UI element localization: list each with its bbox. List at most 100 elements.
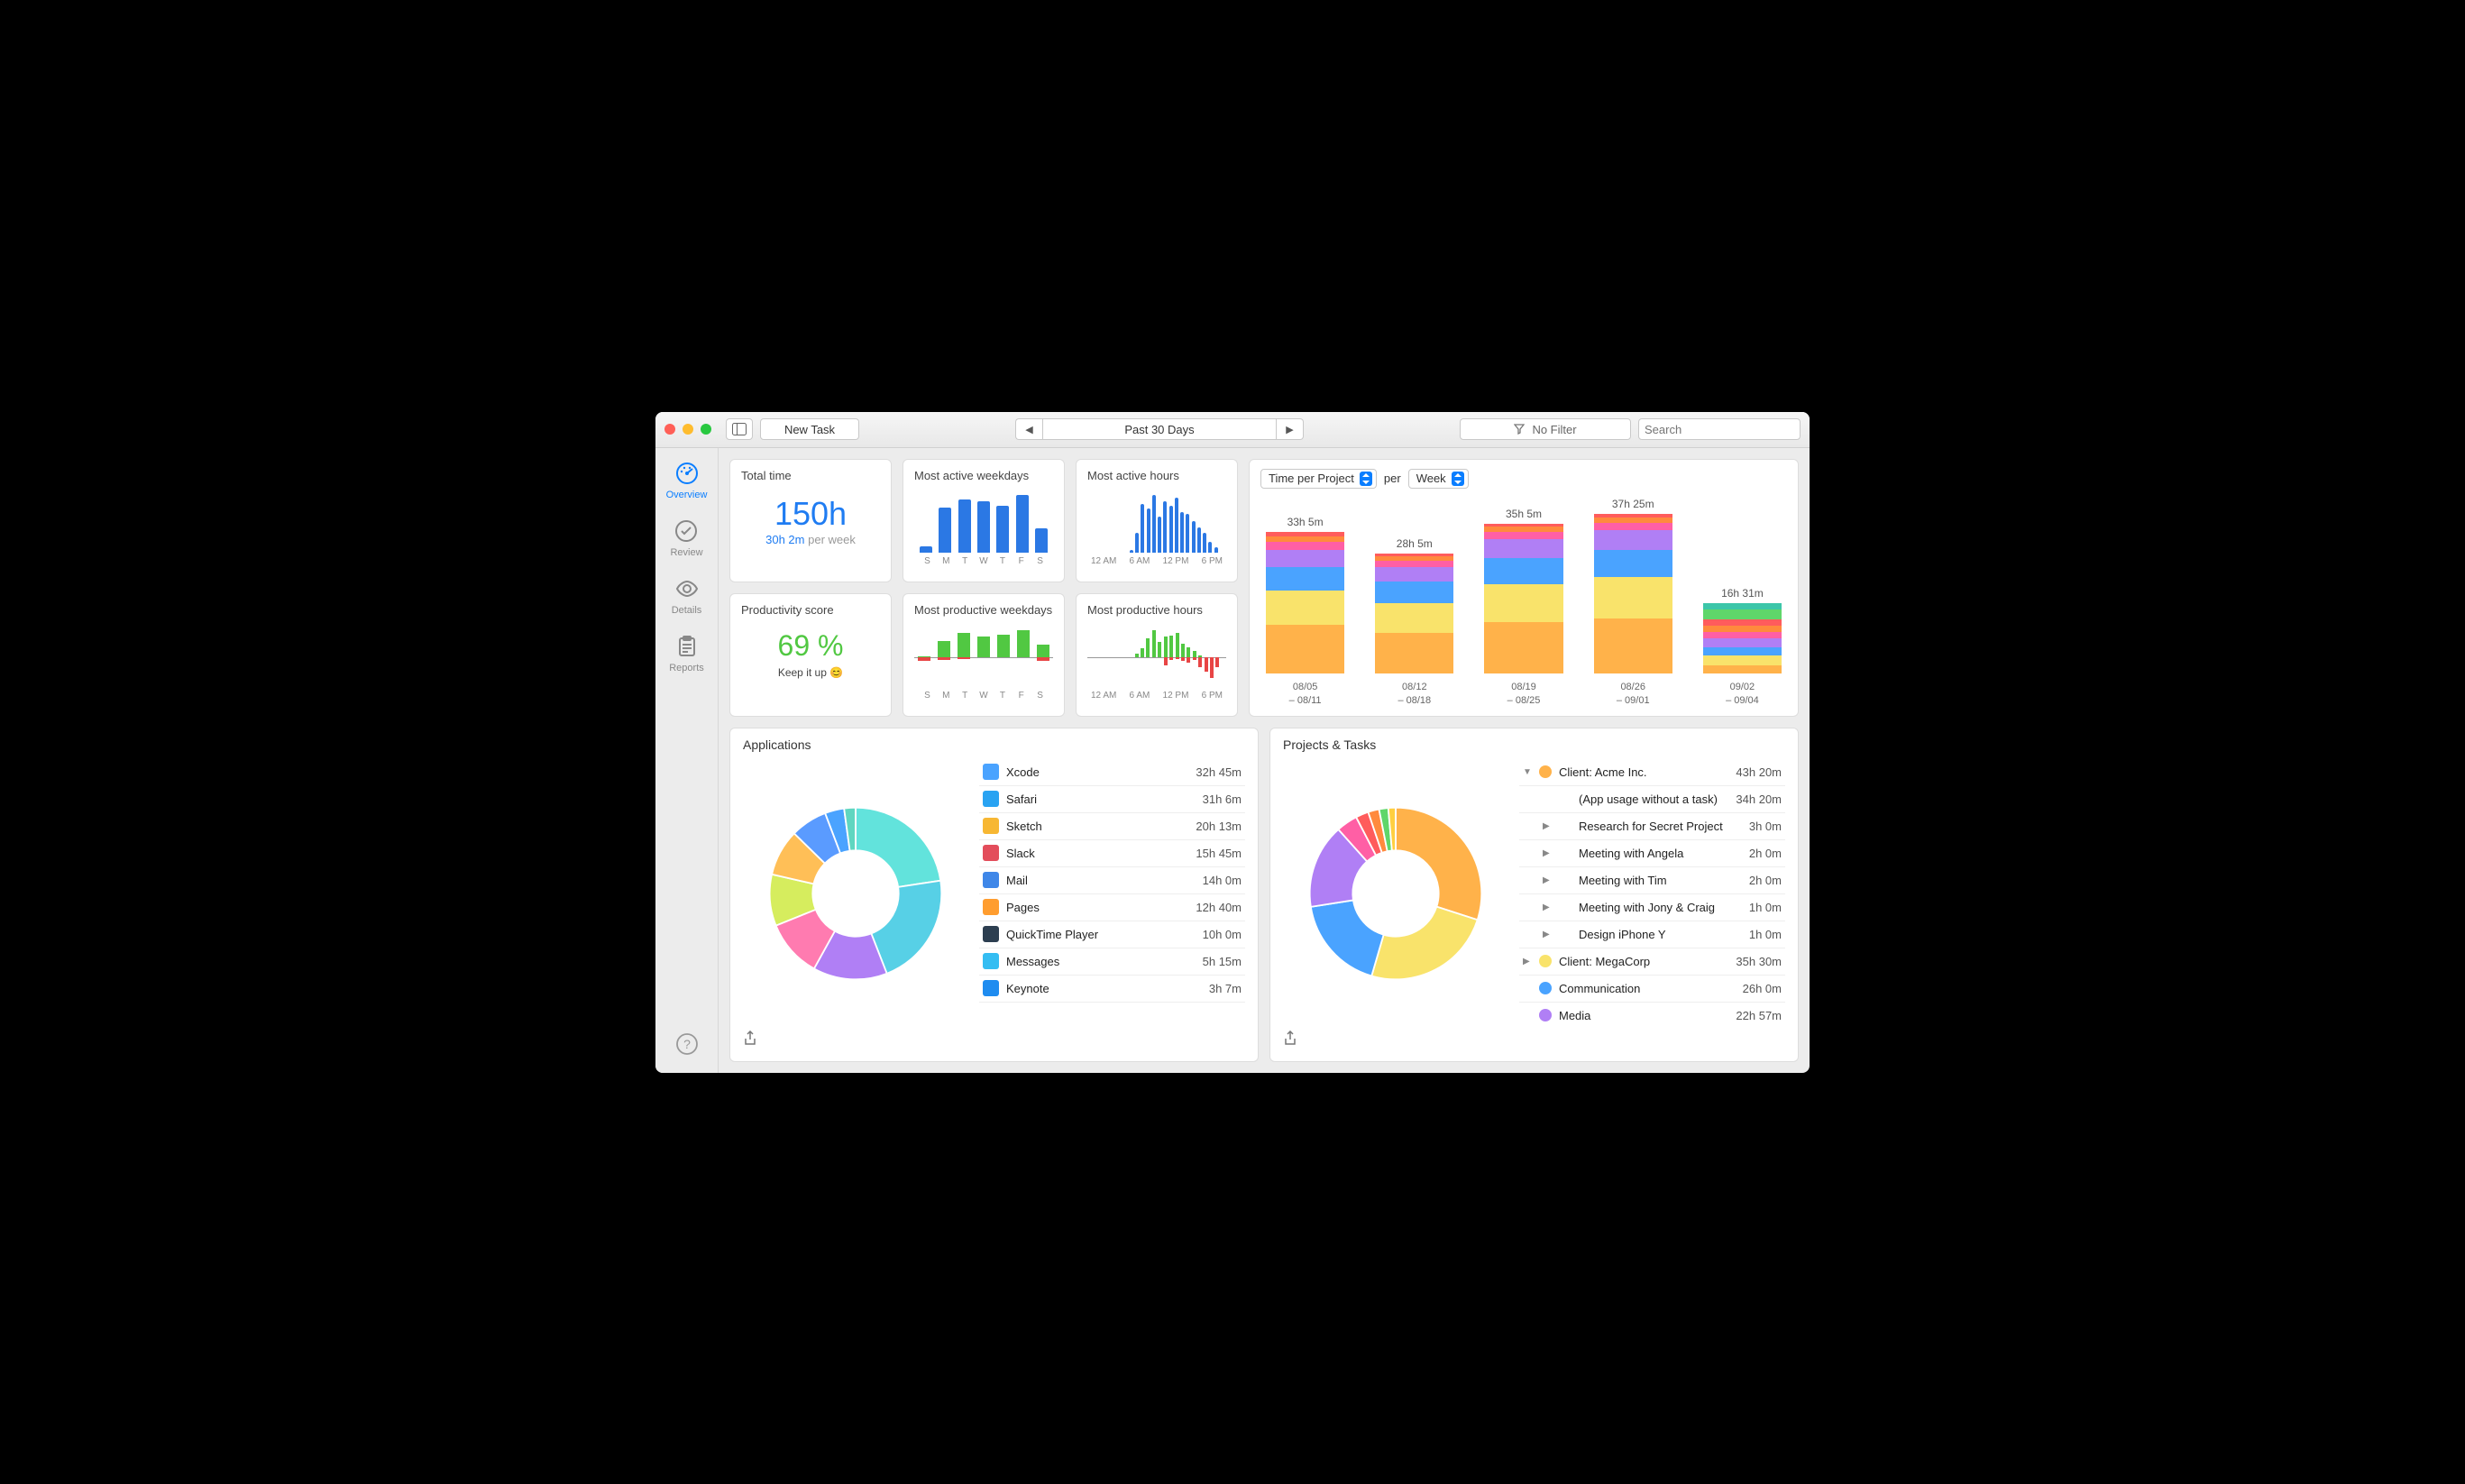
project-row[interactable]: Media 22h 57m [1519, 1003, 1785, 1029]
project-time: 43h 20m [1736, 765, 1782, 779]
sidebar-item-details[interactable]: Details [672, 573, 702, 619]
project-row[interactable]: ▼Client: Acme Inc.43h 20m [1519, 759, 1785, 786]
app-icon [983, 818, 999, 834]
range-prev-button[interactable]: ◀ [1015, 418, 1042, 440]
project-name: Meeting with Jony & Craig [1579, 901, 1742, 914]
disclosure-icon[interactable]: ▶ [1543, 930, 1552, 939]
period-select[interactable]: Week [1408, 469, 1469, 489]
close-button[interactable] [664, 424, 675, 435]
disclosure-icon[interactable]: ▶ [1543, 848, 1552, 858]
per-week: 30h 2m per week [741, 533, 880, 546]
project-name: Media [1559, 1009, 1728, 1022]
app-row[interactable]: QuickTime Player10h 0m [979, 921, 1245, 948]
chart-projects-donut [1283, 759, 1508, 1029]
app-row[interactable]: Keynote3h 7m [979, 976, 1245, 1003]
app-name: Pages [1006, 901, 1188, 914]
card-active-hours: Most active hours 12 AM6 AM12 PM6 PM [1076, 459, 1238, 582]
app-row[interactable]: Sketch20h 13m [979, 813, 1245, 840]
app-row[interactable]: Safari31h 6m [979, 786, 1245, 813]
sidebar-item-reports[interactable]: Reports [669, 630, 704, 677]
period-select-label: Week [1416, 472, 1446, 485]
search-input[interactable] [1645, 423, 1803, 436]
project-row[interactable]: ▶ Meeting with Jony & Craig 1h 0m [1519, 894, 1785, 921]
sidebar-item-label: Details [672, 605, 702, 616]
project-time: 1h 0m [1749, 901, 1782, 914]
disclosure-icon[interactable]: ▶ [1543, 875, 1552, 885]
project-row[interactable]: ▶Research for Secret Project3h 0m [1519, 813, 1785, 840]
app-row[interactable]: Pages12h 40m [979, 894, 1245, 921]
card-total-time: Total time 150h 30h 2m per week [729, 459, 892, 582]
app-time: 15h 45m [1196, 847, 1242, 860]
bar-category-label: 08/26– 09/01 [1617, 681, 1650, 707]
project-row[interactable]: (App usage without a task)34h 20m [1519, 786, 1785, 813]
card-time-per-project: Time per Project per Week 33h 5m08/05– 0… [1249, 459, 1799, 717]
svg-text:?: ? [683, 1037, 691, 1051]
check-circle-icon [674, 518, 699, 544]
total-time-value: 150h [741, 495, 880, 533]
range-next-button[interactable]: ▶ [1277, 418, 1304, 440]
help-button[interactable]: ? [674, 1028, 700, 1060]
app-icon [983, 764, 999, 780]
card-active-weekdays: Most active weekdays SMTWTFS [903, 459, 1065, 582]
disclosure-icon[interactable]: ▼ [1523, 767, 1532, 777]
project-row[interactable]: ▶ Meeting with Tim 2h 0m [1519, 867, 1785, 894]
sidebar-item-overview[interactable]: Overview [666, 457, 708, 504]
share-button[interactable] [743, 1031, 757, 1049]
app-name: QuickTime Player [1006, 928, 1196, 941]
project-time: 2h 0m [1749, 874, 1782, 887]
chart-active-hours [1087, 488, 1226, 553]
traffic-lights [664, 424, 711, 435]
share-icon [743, 1031, 757, 1047]
range-label: Past 30 Days [1124, 423, 1194, 436]
minimize-button[interactable] [683, 424, 693, 435]
filter-icon [1514, 424, 1525, 435]
project-name: Communication [1559, 982, 1736, 995]
app-row[interactable]: Messages5h 15m [979, 948, 1245, 976]
date-range-group: ◀ Past 30 Days ▶ [866, 418, 1452, 440]
filter-button[interactable]: No Filter [1460, 418, 1631, 440]
gauge-icon [674, 461, 700, 486]
panel-projects: Projects & Tasks ▼Client: Acme Inc.43h 2… [1269, 728, 1799, 1062]
app-row[interactable]: Slack15h 45m [979, 840, 1245, 867]
panel-title: Applications [743, 737, 1245, 752]
project-row[interactable]: Communication26h 0m [1519, 976, 1785, 1003]
search-field[interactable] [1638, 418, 1801, 440]
new-task-label: New Task [784, 423, 835, 436]
chevron-updown-icon [1452, 472, 1464, 486]
zoom-button[interactable] [701, 424, 711, 435]
card-title: Most productive hours [1087, 603, 1226, 617]
project-name: Meeting with Tim [1579, 874, 1742, 887]
app-time: 31h 6m [1203, 792, 1242, 806]
sidebar-toggle-button[interactable] [726, 418, 753, 440]
bar-total-label: 16h 31m [1721, 587, 1764, 600]
color-swatch [1539, 982, 1552, 994]
per-week-value: 30h 2m [765, 533, 804, 546]
project-time: 22h 57m [1736, 1009, 1782, 1022]
disclosure-icon[interactable]: ▶ [1523, 957, 1532, 966]
chart-applications-donut [743, 759, 968, 1029]
project-row[interactable]: ▶Design iPhone Y1h 0m [1519, 921, 1785, 948]
range-display[interactable]: Past 30 Days [1042, 418, 1277, 440]
metric-select[interactable]: Time per Project [1260, 469, 1377, 489]
app-name: Keynote [1006, 982, 1202, 995]
app-icon [983, 953, 999, 969]
app-row[interactable]: Mail14h 0m [979, 867, 1245, 894]
disclosure-icon[interactable]: ▶ [1543, 902, 1552, 912]
project-row[interactable]: ▶Meeting with Angela2h 0m [1519, 840, 1785, 867]
app-icon [983, 872, 999, 888]
sidebar-item-review[interactable]: Review [670, 515, 702, 562]
card-title: Most active hours [1087, 469, 1226, 482]
project-name: Design iPhone Y [1579, 928, 1742, 941]
project-time: 3h 0m [1749, 820, 1782, 833]
per-label: per [1384, 472, 1401, 485]
disclosure-icon[interactable]: ▶ [1543, 821, 1552, 831]
project-time: 34h 20m [1736, 792, 1782, 806]
share-button[interactable] [1283, 1031, 1297, 1049]
sidebar-item-label: Reports [669, 663, 704, 673]
new-task-button[interactable]: New Task [760, 418, 859, 440]
productivity-sub: Keep it up 😊 [741, 666, 880, 679]
project-row[interactable]: ▶Client: MegaCorp35h 30m [1519, 948, 1785, 976]
bar-category-label: 08/05– 08/11 [1289, 681, 1322, 707]
app-row[interactable]: Xcode32h 45m [979, 759, 1245, 786]
app-time: 32h 45m [1196, 765, 1242, 779]
